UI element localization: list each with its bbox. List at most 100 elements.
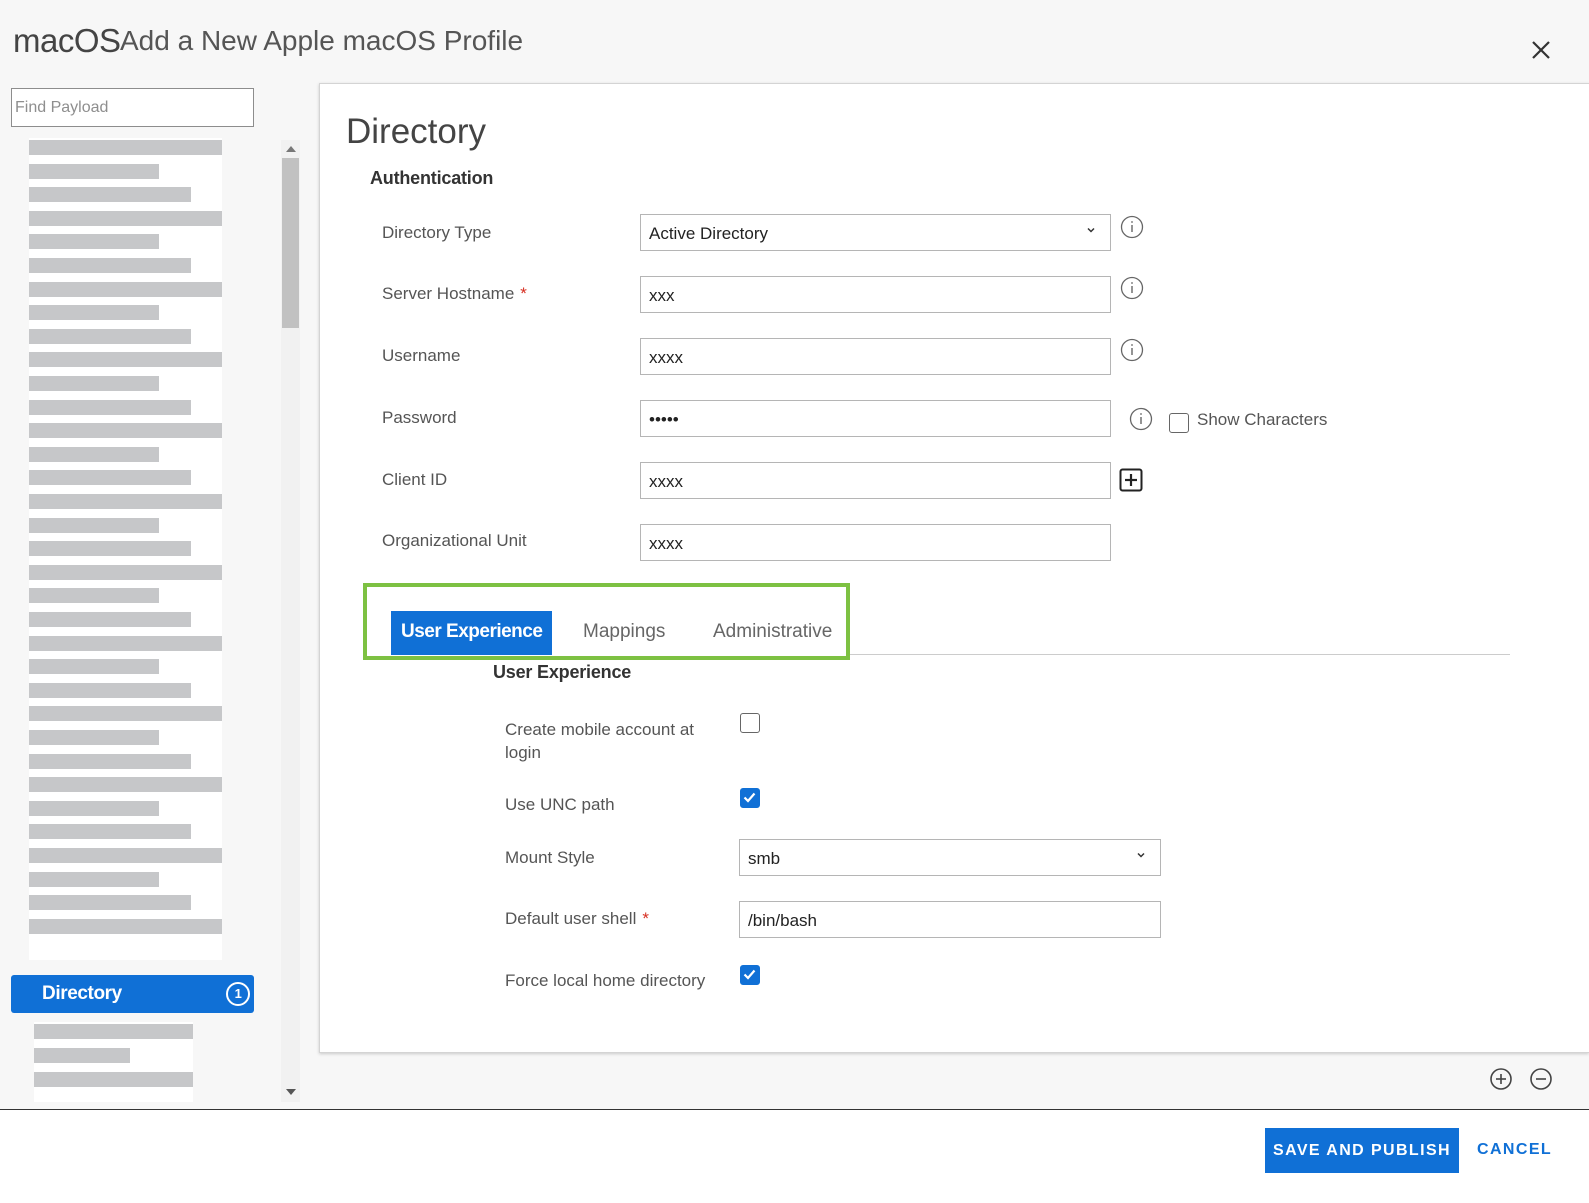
brand-logo: macOS [13,22,121,59]
redacted-payload-item [29,163,159,179]
required-marker: * [520,284,527,303]
redacted-payload-item [29,399,191,415]
mount-style-select[interactable]: smb [739,839,1161,876]
username-input[interactable]: xxxx [640,338,1111,375]
redacted-payload-item [29,423,222,439]
add-icon[interactable] [1119,468,1143,492]
redacted-payload-item [29,494,222,509]
checkmark-icon [743,792,756,803]
tab-mappings[interactable]: Mappings [583,611,665,655]
panel-title: Directory [346,112,487,151]
force-local-home-checkbox[interactable] [740,965,760,985]
redacted-payload-item [29,564,222,580]
close-icon[interactable] [1527,36,1555,64]
payload-sub-list [34,1022,193,1102]
cancel-button[interactable]: CANCEL [1477,1141,1552,1159]
redacted-payload-item [34,1048,130,1063]
redacted-payload-item [29,376,159,391]
default-shell-label: Default user shell * [505,909,649,929]
section-title-authentication: Authentication [370,168,494,188]
redacted-payload-item [29,541,191,557]
checkmark-icon [743,969,756,980]
redacted-payload-item [29,612,191,627]
scroll-down-arrow-icon[interactable] [286,1089,296,1095]
page-title: Add a New Apple macOS Profile [120,25,524,56]
redacted-payload-item [29,659,159,675]
redacted-payload-item [29,352,222,368]
org-unit-label: Organizational Unit [382,531,527,550]
tab-user-experience[interactable]: User Experience [391,611,553,655]
redacted-payload-item [29,588,159,604]
zoom-out-icon[interactable] [1529,1067,1553,1091]
create-mobile-account-label: Create mobile account at login [505,720,694,762]
redacted-payload-item [29,871,159,887]
server-hostname-label: Server Hostname * [382,284,527,304]
redacted-payload-item [29,470,191,486]
save-and-publish-button[interactable]: SAVE AND PUBLISH [1265,1128,1459,1173]
chevron-down-icon [1087,227,1095,233]
redacted-payload-item [29,753,191,769]
sidebar-item-directory[interactable]: Directory 1 [11,975,254,1013]
sidebar-scroll-thumb[interactable] [282,158,299,328]
redacted-payload-item [29,777,222,793]
chevron-down-icon [1137,852,1145,858]
redacted-payload-item [29,517,159,533]
redacted-payload-item [29,824,191,840]
default-shell-label-text: Default user shell [505,909,637,928]
info-icon[interactable] [1129,407,1153,431]
redacted-payload-item [29,210,222,226]
redacted-payload-item [29,328,191,344]
create-mobile-account-checkbox[interactable] [740,713,760,733]
force-local-home-label: Force local home directory [505,971,706,990]
header: macOS Add a New Apple macOS Profile [0,0,1589,84]
use-unc-path-checkbox[interactable] [740,788,760,808]
directory-panel: Directory Authentication Directory Type … [319,83,1589,1053]
info-icon[interactable] [1120,276,1144,300]
org-unit-input[interactable]: xxxx [640,524,1111,561]
redacted-payload-item [29,281,222,297]
redacted-payload-item [29,730,159,745]
redacted-payload-item [34,1024,193,1039]
directory-type-label: Directory Type [382,223,492,242]
password-label: Password [382,408,457,427]
user-experience-title: User Experience [493,662,632,682]
redacted-payload-item [29,446,159,462]
zoom-in-icon[interactable] [1489,1067,1513,1091]
info-icon[interactable] [1120,215,1144,239]
redacted-payload-item [29,234,159,250]
redacted-payload-item [29,895,191,911]
redacted-payload-item [34,1072,193,1087]
redacted-payload-item [29,140,222,155]
client-id-input[interactable]: xxxx [640,462,1111,499]
payload-list [29,138,222,960]
server-hostname-input[interactable]: xxx [640,276,1111,313]
tabs-divider [850,654,1510,655]
show-characters-checkbox[interactable] [1169,413,1189,433]
username-label: Username [382,346,461,365]
directory-type-select[interactable]: Active Directory [640,214,1111,251]
mount-style-label: Mount Style [505,848,595,867]
redacted-payload-item [29,848,222,863]
server-hostname-label-text: Server Hostname [382,284,515,303]
scroll-up-arrow-icon[interactable] [286,146,296,152]
tab-administrative[interactable]: Administrative [713,611,832,655]
redacted-payload-item [29,918,222,934]
find-payload-input[interactable] [11,88,254,127]
footer: SAVE AND PUBLISH CANCEL [0,1109,1589,1203]
directory-type-value: Active Directory [649,224,769,243]
show-characters-label: Show Characters [1197,410,1328,429]
redacted-payload-item [29,305,159,321]
required-marker: * [642,909,649,928]
redacted-payload-item [29,258,191,273]
client-id-label: Client ID [382,470,448,489]
redacted-payload-item [29,187,191,203]
password-input[interactable]: ••••• [640,400,1111,437]
mount-style-value: smb [748,849,781,868]
redacted-payload-item [29,635,222,651]
info-icon[interactable] [1120,338,1144,362]
sidebar-item-label: Directory [42,983,122,1004]
default-shell-input[interactable]: /bin/bash [739,901,1161,938]
redacted-payload-item [29,800,159,816]
redacted-payload-item [29,682,191,698]
redacted-payload-item [29,706,222,722]
